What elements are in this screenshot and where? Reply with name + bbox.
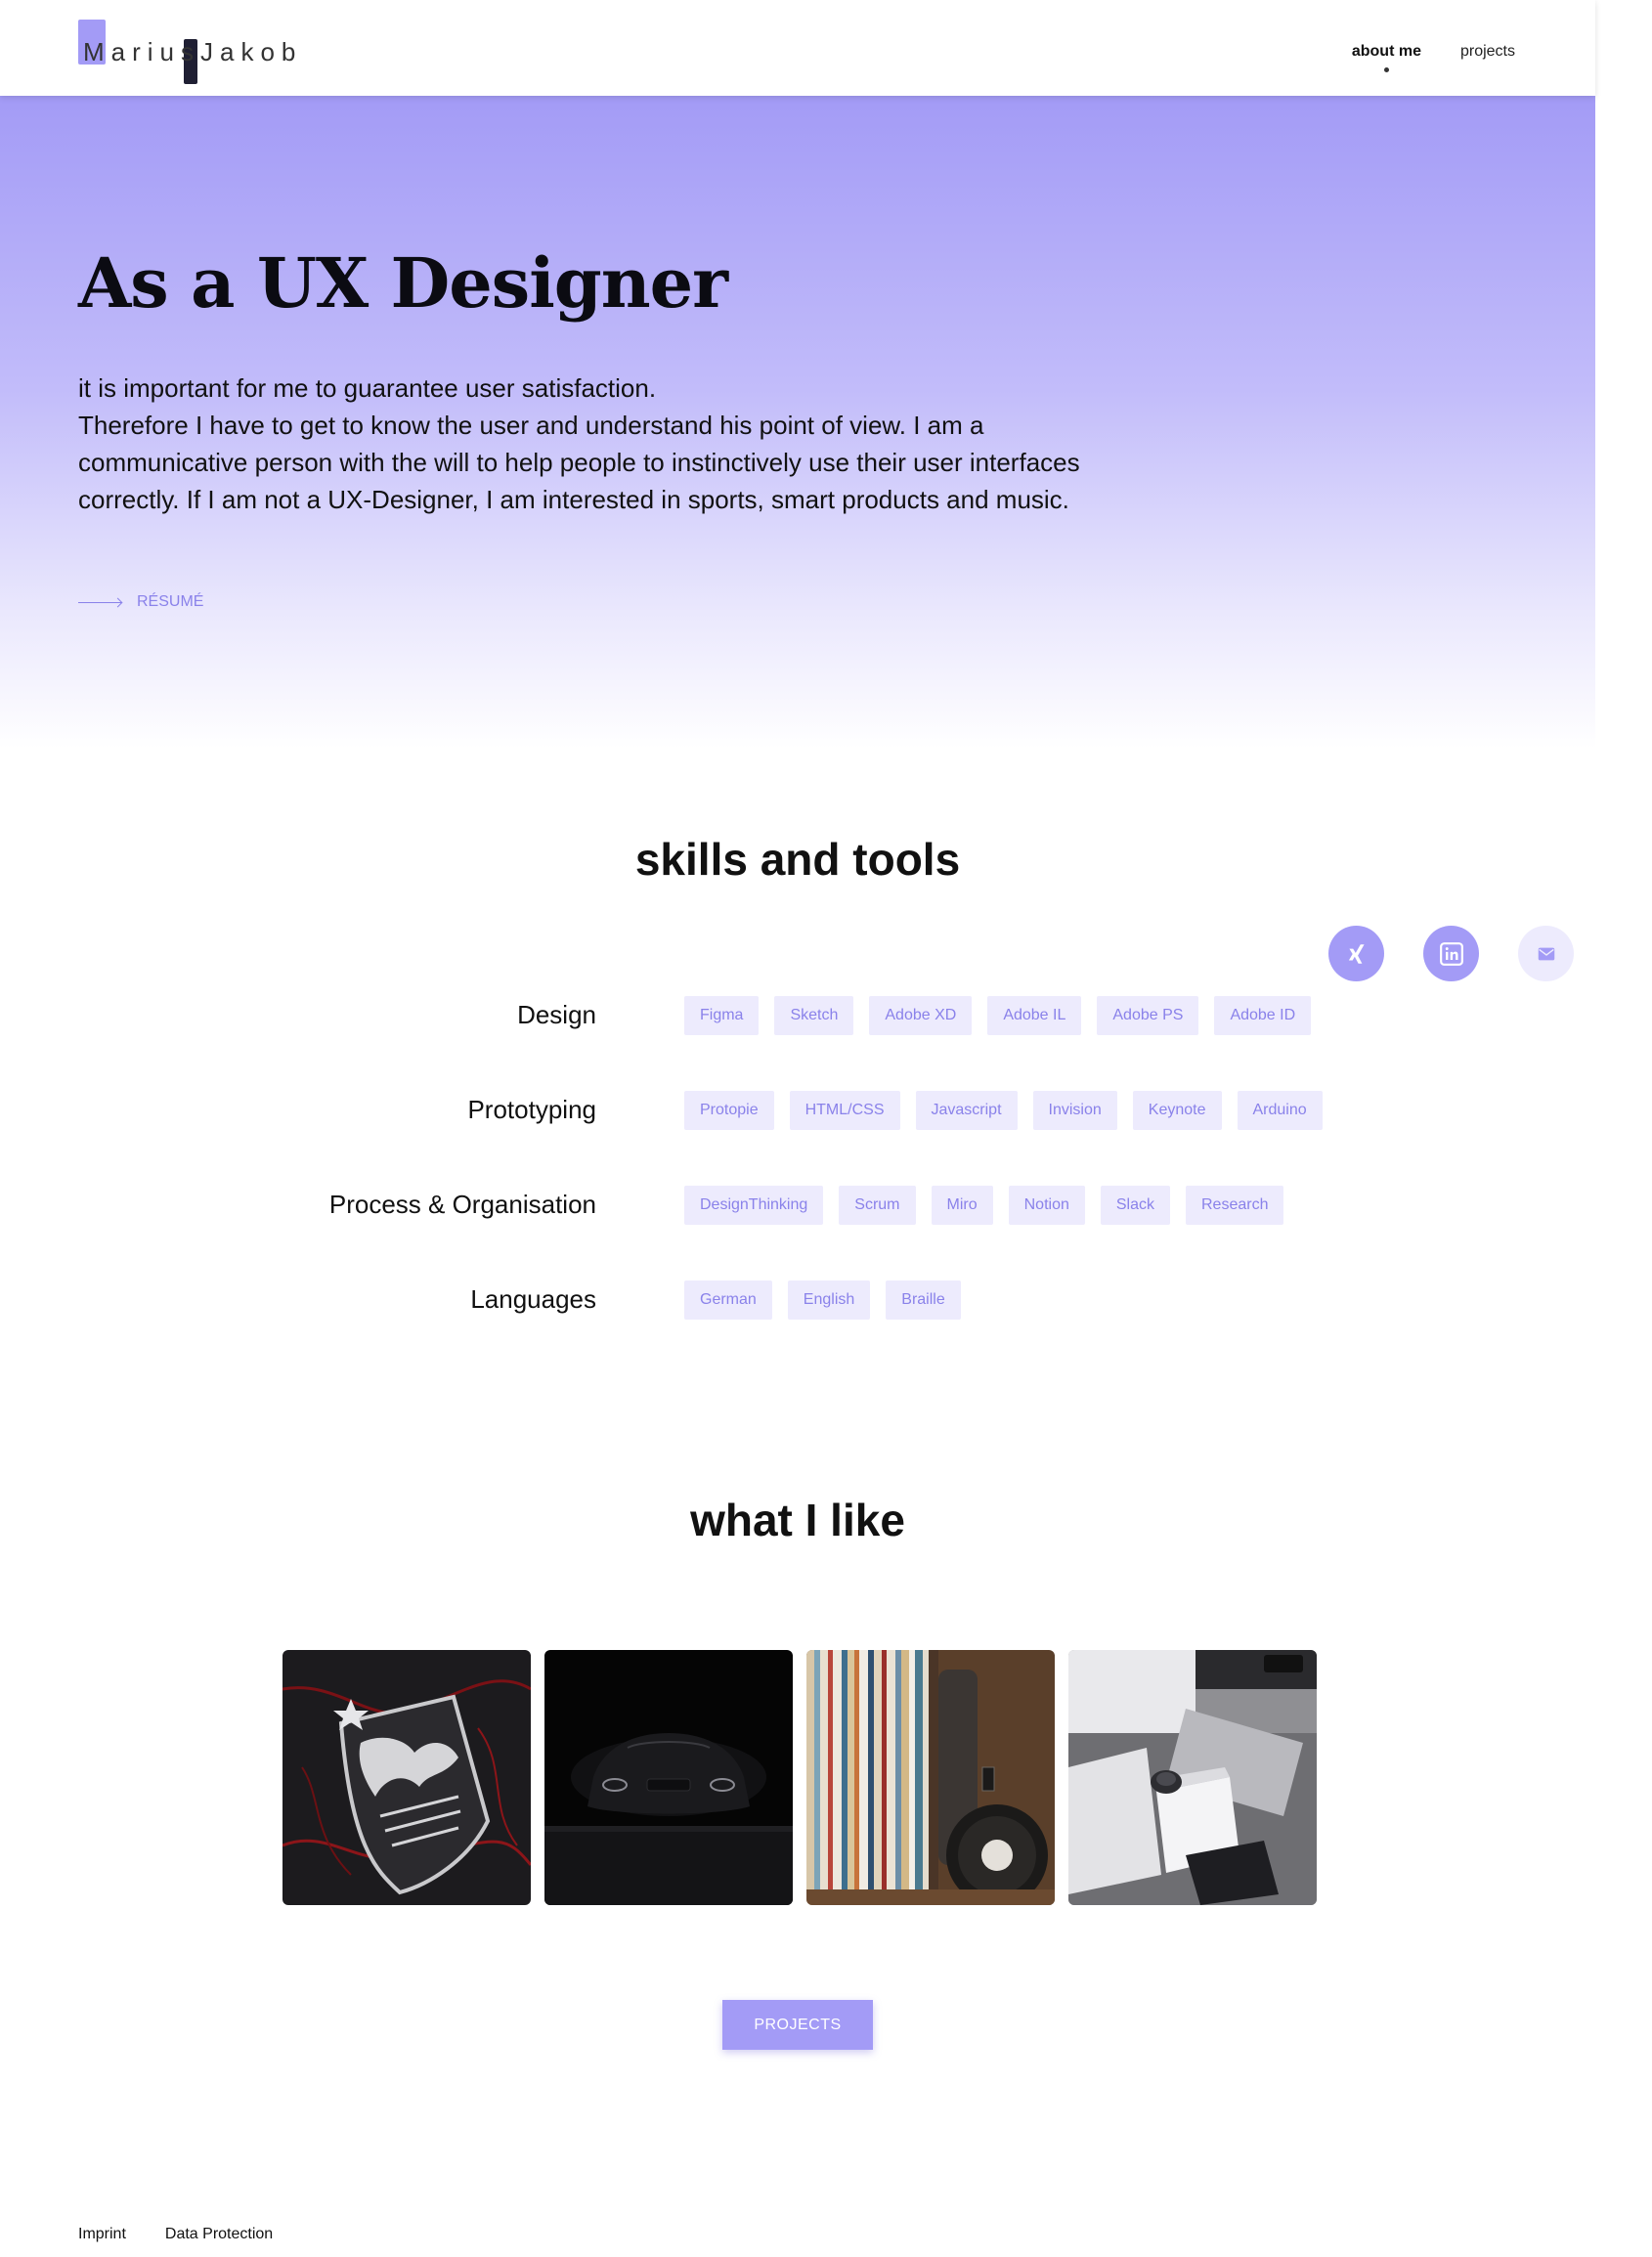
likes-title: what I like [0,1494,1595,1546]
skill-tag: German [684,1280,772,1320]
nav-about-me[interactable]: about me [1352,43,1421,72]
skill-tags: DesignThinking Scrum Miro Notion Slack R… [684,1186,1284,1225]
skill-label: Process & Organisation [328,1190,596,1219]
skill-tag: Sketch [774,996,854,1035]
resume-link[interactable]: RÉSUMÉ [78,593,203,611]
skill-tag: Research [1186,1186,1284,1225]
skill-tag: Javascript [915,1091,1018,1130]
hero-title: As a UX Designer [78,242,728,324]
resume-label: RÉSUMÉ [137,593,204,610]
likes-title-text: what I like [690,1495,905,1545]
apple-devices-photo [1068,1650,1317,1905]
skills-title: skills and tools [0,833,1595,886]
mail-icon[interactable] [1518,926,1574,981]
skill-tag: Protopie [684,1091,774,1130]
skill-row-design: Design Figma Sketch Adobe XD Adobe IL Ad… [0,990,1595,1039]
site-footer: Imprint Data Protection [78,2226,273,2243]
skill-tags: Protopie HTML/CSS Javascript Invision Ke… [684,1091,1323,1130]
skill-tag: Braille [886,1280,961,1320]
logo-text: MariusJakob [83,37,303,66]
social-links [1328,926,1574,981]
hero-paragraph: it is important for me to guarantee user… [78,369,1095,518]
skill-tag: Adobe PS [1097,996,1199,1035]
skill-tag: English [787,1280,871,1320]
hero-line-1: it is important for me to guarantee user… [78,373,657,403]
main-nav: about me projects [1352,43,1515,72]
arrow-right-icon [78,601,121,603]
skill-tag: Adobe XD [869,996,973,1035]
linkedin-icon[interactable] [1423,926,1479,981]
footer-data-protection-link[interactable]: Data Protection [165,2226,273,2243]
xing-icon[interactable] [1328,926,1384,981]
skill-tag: Adobe IL [987,996,1082,1035]
skill-tags: Figma Sketch Adobe XD Adobe IL Adobe PS … [684,996,1312,1035]
skill-tag: Scrum [839,1186,916,1225]
skill-row-process: Process & Organisation DesignThinking Sc… [0,1180,1595,1229]
skill-tag: Notion [1008,1186,1085,1225]
skill-tag: HTML/CSS [789,1091,900,1130]
skill-tag: Figma [684,996,760,1035]
skill-tag: Arduino [1237,1091,1323,1130]
dark-car-photo [544,1650,793,1905]
projects-button[interactable]: PROJECTS [722,2000,873,2050]
football-crest-photo [283,1650,531,1905]
likes-gallery [283,1650,1317,1905]
skill-row-prototyping: Prototyping Protopie HTML/CSS Javascript… [0,1085,1595,1134]
skills-title-highlight: skills and tools [615,833,980,886]
skill-label: Languages [470,1284,596,1314]
footer-imprint-link[interactable]: Imprint [78,2226,126,2243]
hero-section: As a UX Designer it is important for me … [0,96,1595,749]
skill-row-languages: Languages German English Braille [0,1275,1595,1324]
nav-projects[interactable]: projects [1460,43,1515,61]
skill-label: Prototyping [467,1095,596,1124]
likes-title-highlight: what I like [671,1494,925,1546]
vinyl-records-headphones-photo [806,1650,1055,1905]
skill-tags: German English Braille [684,1280,961,1320]
skill-tag: DesignThinking [684,1186,824,1225]
skill-tag: Invision [1032,1091,1117,1130]
skill-tag: Slack [1100,1186,1170,1225]
hero-line-2: Therefore I have to get to know the user… [78,411,1080,514]
site-header: MariusJakob about me projects [0,0,1595,96]
skill-tag: Adobe ID [1214,996,1312,1035]
skill-tag: Keynote [1132,1091,1222,1130]
skills-title-text: skills and tools [634,834,961,885]
skill-tag: Miro [931,1186,993,1225]
skill-label: Design [517,1000,596,1029]
